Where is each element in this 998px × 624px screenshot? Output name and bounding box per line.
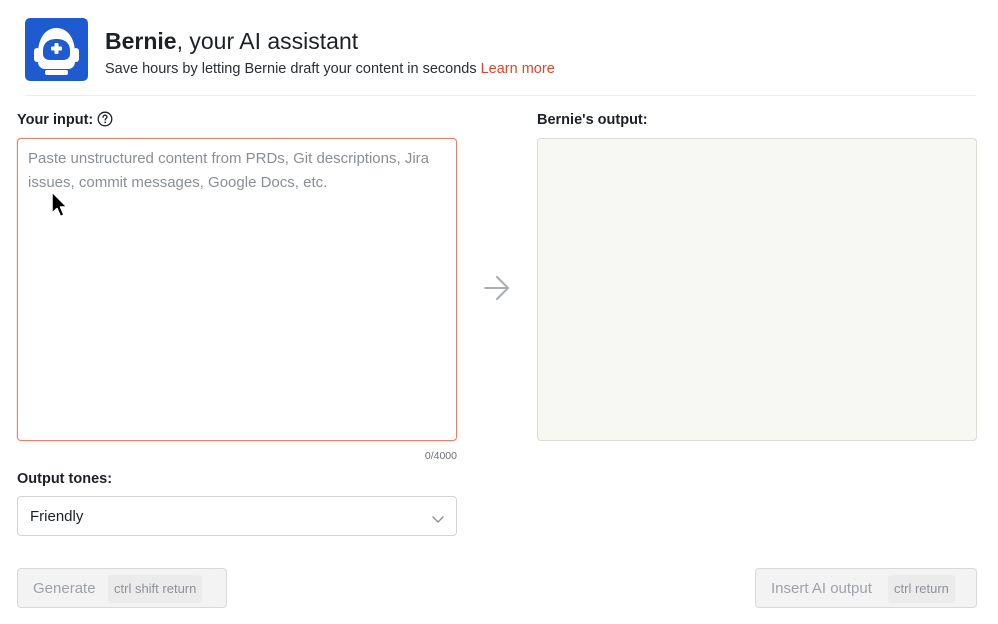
insert-button-label: Insert AI output xyxy=(771,580,872,597)
page-title: Bernie, your AI assistant xyxy=(105,27,358,55)
output-panel xyxy=(537,138,977,441)
generate-button-label: Generate xyxy=(33,580,96,597)
character-counter: 0/4000 xyxy=(424,450,457,462)
tones-label: Output tones: xyxy=(17,471,113,487)
input-label-row: Your input: xyxy=(17,111,113,129)
insert-output-button[interactable]: Insert AI output ctrl return xyxy=(755,568,977,608)
input-label: Your input: xyxy=(17,112,94,128)
subtitle-text: Save hours by letting Bernie draft your … xyxy=(105,61,477,77)
learn-more-link[interactable]: Learn more xyxy=(481,61,555,77)
chevron-down-icon xyxy=(432,511,444,523)
question-circle-icon[interactable] xyxy=(97,111,113,127)
brand-name: Bernie xyxy=(105,28,177,54)
content-input[interactable] xyxy=(18,139,456,440)
generate-shortcut-hint: ctrl shift return xyxy=(108,575,203,603)
page-subtitle: Save hours by letting Bernie draft your … xyxy=(105,60,555,78)
title-suffix: , your AI assistant xyxy=(176,28,359,54)
tone-select[interactable]: Friendly xyxy=(17,496,457,536)
generate-button[interactable]: Generate ctrl shift return xyxy=(17,568,227,608)
insert-shortcut-hint: ctrl return xyxy=(888,575,955,603)
output-label: Bernie's output: xyxy=(537,112,648,128)
tone-selected-value: Friendly xyxy=(30,508,84,525)
arrow-right-icon xyxy=(482,274,512,302)
header: Bernie, your AI assistant Save hours by … xyxy=(25,18,976,96)
astronaut-helmet-icon xyxy=(25,18,88,81)
input-textarea-container xyxy=(17,138,457,441)
